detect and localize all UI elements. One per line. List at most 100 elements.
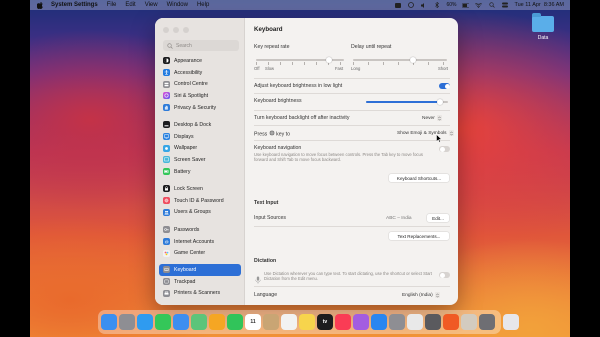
fingerprint-icon [163, 197, 170, 205]
settings-gear-icon[interactable] [479, 314, 495, 330]
menu-window[interactable]: Window [167, 2, 188, 8]
sidebar-item-battery[interactable]: Battery [159, 166, 241, 178]
backlight-off-popup[interactable]: Never [422, 115, 442, 121]
sidebar-item-siri-spotlight[interactable]: Siri & Spotlight [159, 90, 241, 102]
tv-icon[interactable]: tv [317, 314, 333, 330]
keyboard-navigation-toggle[interactable] [439, 146, 450, 152]
chrome-icon[interactable] [407, 314, 423, 330]
sidebar-item-control-centre[interactable]: Control Centre [159, 78, 241, 90]
search-placeholder: Search [176, 42, 192, 49]
sidebar-item-game-center[interactable]: Game Center [159, 247, 241, 259]
adjust-brightness-toggle[interactable] [439, 83, 450, 89]
system-settings-icon[interactable] [389, 314, 405, 330]
spotlight-icon[interactable] [488, 2, 495, 8]
menu-file[interactable]: File [107, 2, 117, 8]
sidebar-item-label: Control Centre [174, 81, 208, 88]
sidebar-group-security: Lock Screen Touch ID & Password Users & … [159, 183, 241, 218]
app-store-icon[interactable] [371, 314, 387, 330]
contacts-icon[interactable] [263, 314, 279, 330]
dictation-description: Use Dictation wherever you can type text… [264, 271, 432, 282]
game-center-icon [163, 249, 170, 257]
speaker-icon[interactable] [420, 2, 427, 8]
sidebar-item-keyboard[interactable]: Keyboard [159, 264, 241, 276]
brave-icon[interactable] [443, 314, 459, 330]
sidebar-item-displays[interactable]: Displays [159, 131, 241, 143]
apple-menu-icon[interactable] [36, 1, 44, 9]
close-window-button[interactable] [163, 27, 169, 33]
music-icon[interactable] [335, 314, 351, 330]
facetime-icon[interactable] [227, 314, 243, 330]
sidebar-item-internet-accounts[interactable]: @ Internet Accounts [159, 236, 241, 248]
bluetooth-icon[interactable] [433, 2, 440, 8]
reminders-icon[interactable] [281, 314, 297, 330]
chevron-updown-icon [434, 292, 440, 298]
trackpad-icon [163, 278, 170, 286]
sidebar-item-accessibility[interactable]: Accessibility [159, 67, 241, 79]
slider-tick [353, 62, 354, 65]
calendar-icon[interactable]: 11 [245, 314, 261, 330]
delay-until-repeat-knob[interactable] [410, 57, 416, 63]
sidebar-item-wallpaper[interactable]: Wallpaper [159, 142, 241, 154]
text-input-section-title: Text Input [254, 200, 279, 206]
search-field[interactable]: Search [163, 40, 239, 51]
key-repeat-rate-knob[interactable] [326, 57, 332, 63]
record-icon[interactable] [407, 2, 414, 8]
sidebar-item-passwords[interactable]: Passwords [159, 224, 241, 236]
zoom-window-button[interactable] [183, 27, 189, 33]
battery-icon[interactable] [462, 2, 470, 8]
delay-until-repeat-slider[interactable] [353, 59, 447, 61]
sidebar-item-trackpad[interactable]: Trackpad [159, 276, 241, 288]
control-centre-icon[interactable] [501, 2, 508, 8]
desktop-folder[interactable]: Data [530, 13, 556, 41]
menu-edit[interactable]: Edit [125, 2, 135, 8]
keyboard-navigation-description: Use keyboard navigation to move focus be… [254, 152, 423, 163]
sidebar-item-printers-scanners[interactable]: Printers & Scanners [159, 287, 241, 299]
press-key-popup[interactable]: Show Emoji & Symbols [397, 130, 454, 136]
messages-icon[interactable] [155, 314, 171, 330]
menu-app-name[interactable]: System Settings [51, 2, 98, 8]
edit-input-sources-button[interactable]: Edit... [427, 214, 449, 222]
preview-icon[interactable] [461, 314, 477, 330]
keyboard-brightness-knob[interactable] [436, 99, 443, 105]
menu-view[interactable]: View [145, 2, 158, 8]
sidebar-item-appearance[interactable]: Appearance [159, 55, 241, 67]
minimize-window-button[interactable] [173, 27, 179, 33]
finder-icon[interactable] [101, 314, 117, 330]
desktop-folder-label: Data [537, 35, 549, 41]
hand-icon [163, 104, 170, 112]
menu-help[interactable]: Help [197, 2, 209, 8]
sidebar-item-lock-screen[interactable]: Lock Screen [159, 183, 241, 195]
notes-icon[interactable] [299, 314, 315, 330]
control-icon[interactable] [394, 2, 401, 8]
safari-icon[interactable] [137, 314, 153, 330]
menu-clock[interactable]: Tue 11 Apr 8:36 AM [514, 2, 564, 8]
wifi-icon[interactable] [475, 2, 483, 8]
system-settings-window: Search Appearance Accessibility Control … [155, 18, 458, 305]
sidebar-item-screen-saver[interactable]: Screen Saver [159, 154, 241, 166]
trash-icon[interactable] [503, 314, 519, 330]
keyboard-pane: Keyboard Key repeat rate Delay until rep… [246, 18, 458, 305]
podcasts-icon[interactable] [353, 314, 369, 330]
sidebar-item-touch-id[interactable]: Touch ID & Password [159, 195, 241, 207]
battery-icon [163, 168, 170, 176]
mail-icon[interactable] [173, 314, 189, 330]
sidebar-item-privacy-security[interactable]: Privacy & Security [159, 102, 241, 114]
display-icon [163, 133, 170, 141]
screenshot-icon[interactable] [425, 314, 441, 330]
sidebar-item-desktop-dock[interactable]: Desktop & Dock [159, 119, 241, 131]
sidebar-item-users-groups[interactable]: Users & Groups [159, 206, 241, 218]
maps-icon[interactable] [191, 314, 207, 330]
text-replacements-button[interactable]: Text Replacements... [389, 232, 449, 240]
repeat-slow-label: Slow [265, 66, 275, 71]
keyboard-shortcuts-button[interactable]: Keyboard Shortcuts... [389, 174, 449, 182]
slider-tick [340, 62, 341, 65]
sidebar-item-label: Trackpad [174, 278, 196, 285]
dictation-toggle[interactable] [439, 272, 450, 278]
keyboard-navigation-label: Keyboard navigation [254, 145, 302, 151]
language-popup[interactable]: English (India) [402, 292, 440, 298]
svg-text:@: @ [165, 239, 169, 244]
launchpad-icon[interactable] [119, 314, 135, 330]
slider-tick [443, 62, 444, 65]
sidebar-item-label: Accessibility [174, 69, 203, 76]
photos-icon[interactable] [209, 314, 225, 330]
